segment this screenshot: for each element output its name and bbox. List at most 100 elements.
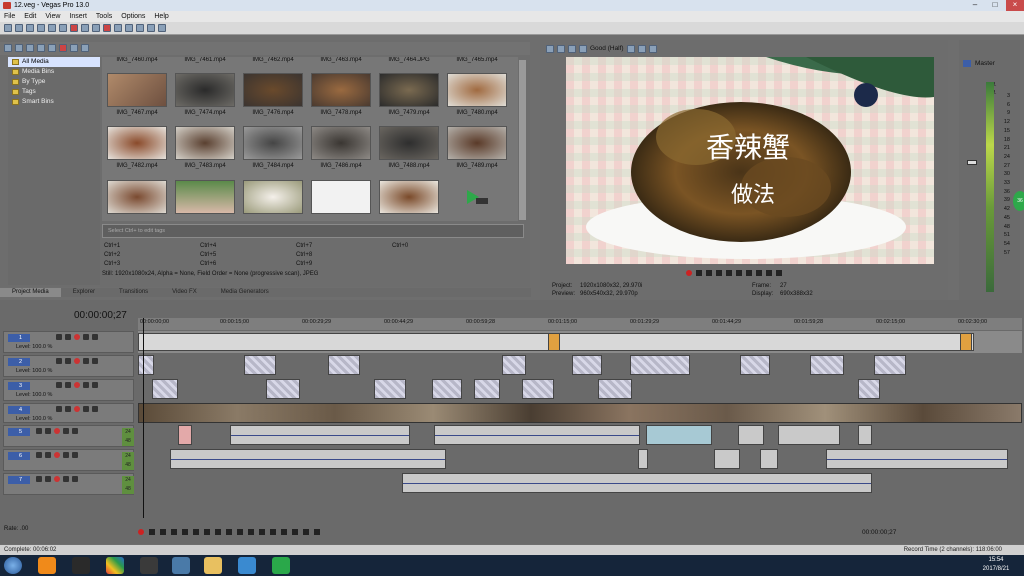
side-floating-button[interactable]: 36 bbox=[1013, 191, 1024, 211]
edit-tool-icon[interactable] bbox=[136, 24, 144, 32]
close-button[interactable]: × bbox=[1006, 0, 1024, 11]
normal-edit-tool-icon[interactable] bbox=[248, 529, 254, 535]
save-icon[interactable] bbox=[26, 24, 34, 32]
preview-quality-select[interactable]: Good (Half) bbox=[590, 45, 624, 52]
tree-item-media-bins[interactable]: Media Bins bbox=[8, 67, 100, 77]
timeline-clip[interactable] bbox=[230, 425, 410, 445]
qq-icon[interactable] bbox=[72, 557, 90, 574]
playhead-cursor[interactable] bbox=[143, 318, 144, 518]
save-snapshot-icon[interactable] bbox=[648, 44, 657, 53]
invert-phase-icon[interactable] bbox=[36, 452, 42, 458]
track-level[interactable]: Level: 100.0 % bbox=[16, 344, 52, 350]
timeline-clip[interactable] bbox=[152, 379, 178, 399]
media-thumbnail[interactable] bbox=[379, 73, 439, 107]
taskbar-app-icon[interactable] bbox=[172, 557, 190, 574]
timeline-clip[interactable] bbox=[402, 473, 872, 493]
media-thumbnail[interactable] bbox=[379, 180, 439, 214]
record-arm-icon[interactable] bbox=[74, 358, 80, 364]
timeline-clip[interactable] bbox=[598, 379, 632, 399]
timeline-clip[interactable] bbox=[960, 333, 972, 351]
timeline-clip[interactable] bbox=[178, 425, 192, 445]
pause-icon[interactable] bbox=[726, 270, 732, 276]
record-icon[interactable] bbox=[686, 270, 692, 276]
help-icon[interactable] bbox=[158, 24, 166, 32]
media-thumbnail[interactable] bbox=[175, 180, 235, 214]
undo-icon[interactable] bbox=[114, 24, 122, 32]
mute-icon[interactable] bbox=[63, 452, 69, 458]
media-thumbnail[interactable] bbox=[447, 126, 507, 160]
next-frame-icon[interactable] bbox=[776, 270, 782, 276]
menu-help[interactable]: Help bbox=[154, 11, 168, 22]
track-fx-icon[interactable] bbox=[65, 334, 71, 340]
track-motion-icon[interactable] bbox=[56, 382, 62, 388]
mute-icon[interactable] bbox=[63, 476, 69, 482]
stop-icon[interactable] bbox=[736, 270, 742, 276]
lock-envelopes-icon[interactable] bbox=[314, 529, 320, 535]
next-frame-icon[interactable] bbox=[237, 529, 243, 535]
track-fx-icon[interactable] bbox=[65, 406, 71, 412]
record-arm-icon[interactable] bbox=[54, 452, 60, 458]
play-icon[interactable] bbox=[716, 270, 722, 276]
timeline-clip[interactable] bbox=[432, 379, 462, 399]
invert-phase-icon[interactable] bbox=[36, 476, 42, 482]
tag-input[interactable]: Select Ctrl+ to edit tags bbox=[102, 224, 524, 238]
cut-icon[interactable] bbox=[70, 24, 78, 32]
timeline-clip[interactable] bbox=[858, 425, 872, 445]
paste-icon[interactable] bbox=[92, 24, 100, 32]
preview-properties-icon[interactable] bbox=[546, 44, 554, 53]
menu-options[interactable]: Options bbox=[121, 11, 145, 22]
views-icon[interactable] bbox=[70, 44, 78, 52]
redo-icon[interactable] bbox=[125, 24, 133, 32]
get-media-icon[interactable] bbox=[26, 44, 34, 52]
go-to-start-icon[interactable] bbox=[746, 270, 752, 276]
timeline-clip[interactable] bbox=[646, 425, 712, 445]
delete-icon[interactable] bbox=[103, 24, 111, 32]
properties-icon[interactable] bbox=[59, 24, 67, 32]
track-fx-icon[interactable] bbox=[65, 382, 71, 388]
media-fx-icon[interactable] bbox=[48, 44, 56, 52]
taskbar-app-icon[interactable] bbox=[140, 557, 158, 574]
record-arm-icon[interactable] bbox=[74, 382, 80, 388]
timeline-clip[interactable] bbox=[638, 449, 648, 469]
timeline-clip[interactable] bbox=[266, 379, 300, 399]
go-to-start-icon[interactable] bbox=[204, 529, 210, 535]
record-arm-icon[interactable] bbox=[54, 428, 60, 434]
mute-icon[interactable] bbox=[63, 428, 69, 434]
prev-frame-icon[interactable] bbox=[226, 529, 232, 535]
media-thumbnail[interactable] bbox=[311, 126, 371, 160]
render-icon[interactable] bbox=[48, 24, 56, 32]
timeline-clip[interactable] bbox=[522, 379, 554, 399]
record-arm-icon[interactable] bbox=[54, 476, 60, 482]
thumbnails-scrollbar[interactable] bbox=[519, 60, 526, 220]
timeline-clip[interactable] bbox=[502, 355, 526, 375]
import-media-icon[interactable] bbox=[4, 44, 12, 52]
capture-icon[interactable] bbox=[15, 44, 23, 52]
overlays-icon[interactable] bbox=[626, 44, 635, 53]
play-icon[interactable] bbox=[171, 529, 177, 535]
loop-icon[interactable] bbox=[149, 529, 155, 535]
envelope-tool-icon[interactable] bbox=[147, 24, 155, 32]
solo-icon[interactable] bbox=[72, 476, 78, 482]
solo-icon[interactable] bbox=[92, 382, 98, 388]
copy-snapshot-icon[interactable] bbox=[637, 44, 646, 53]
go-to-end-icon[interactable] bbox=[215, 529, 221, 535]
track-level[interactable]: Level: 100.0 % bbox=[16, 392, 52, 398]
media-thumbnail[interactable] bbox=[311, 73, 371, 107]
auto-ripple-icon[interactable] bbox=[303, 529, 309, 535]
media-thumbnail[interactable] bbox=[107, 180, 167, 214]
mute-icon[interactable] bbox=[83, 406, 89, 412]
start-button[interactable] bbox=[4, 557, 22, 574]
master-fader[interactable] bbox=[967, 160, 977, 165]
timeline-clip[interactable] bbox=[630, 355, 690, 375]
tree-item-tags[interactable]: Tags bbox=[8, 87, 100, 97]
prev-frame-icon[interactable] bbox=[766, 270, 772, 276]
play-from-start-icon[interactable] bbox=[706, 270, 712, 276]
minimize-button[interactable]: – bbox=[966, 0, 984, 11]
external-monitor-icon[interactable] bbox=[557, 44, 565, 53]
copy-icon[interactable] bbox=[81, 24, 89, 32]
pause-icon[interactable] bbox=[182, 529, 188, 535]
menu-file[interactable]: File bbox=[4, 11, 15, 22]
tab-project-media[interactable]: Project Media bbox=[0, 288, 61, 297]
timeline-clip[interactable] bbox=[714, 449, 740, 469]
maximize-button[interactable]: □ bbox=[986, 0, 1004, 11]
